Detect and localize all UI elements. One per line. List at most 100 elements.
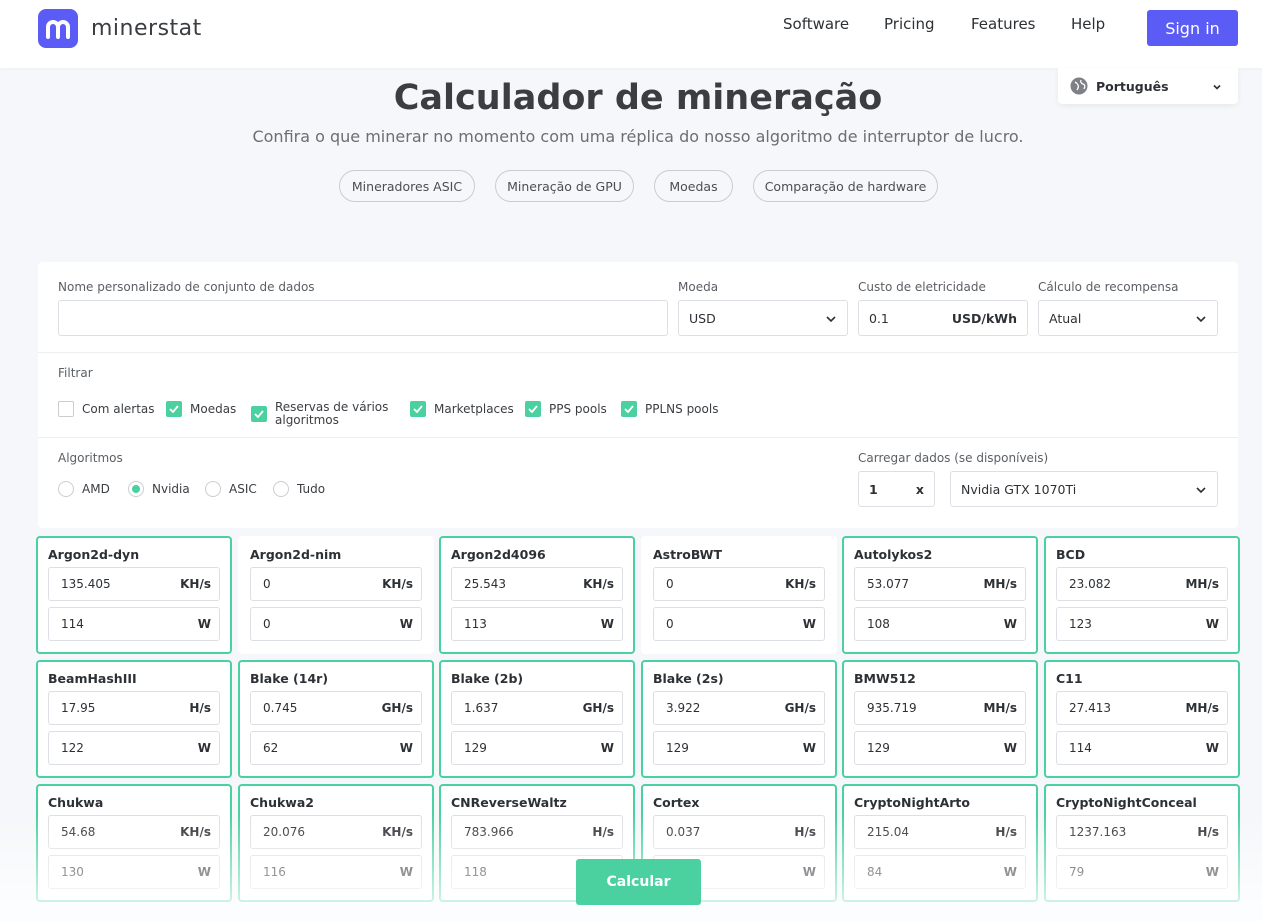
algorithm-card[interactable]: Blake (2s) 3.922 GH/s 129 W (641, 660, 837, 778)
radio-icon[interactable] (58, 481, 74, 497)
power-value: 129 (867, 741, 890, 755)
nav-features[interactable]: Features (971, 15, 1036, 35)
pill-coins[interactable]: Moedas (654, 170, 733, 202)
hashrate-input[interactable]: 0 KH/s (250, 567, 422, 601)
algorithm-card[interactable]: Autolykos2 53.077 MH/s 108 W (842, 536, 1038, 654)
hashrate-input[interactable]: 1.637 GH/s (451, 691, 623, 725)
radio-icon[interactable] (273, 481, 289, 497)
hashrate-input[interactable]: 54.68 KH/s (48, 815, 220, 849)
nav-software[interactable]: Software (783, 15, 849, 35)
logo[interactable]: minerstat (38, 9, 202, 48)
power-input[interactable]: 62 W (250, 731, 422, 765)
reward-calculation-label: Cálculo de recompensa (1038, 280, 1179, 294)
algorithm-all[interactable]: Tudo (273, 481, 325, 497)
algorithm-card[interactable]: Blake (2b) 1.637 GH/s 129 W (439, 660, 635, 778)
algorithm-card[interactable]: BMW512 935.719 MH/s 129 W (842, 660, 1038, 778)
hashrate-input[interactable]: 783.966 H/s (451, 815, 623, 849)
power-input[interactable]: 129 W (653, 731, 825, 765)
filter-multi-algo[interactable]: Reservas de vários algoritmos (251, 401, 388, 427)
hashrate-input[interactable]: 0 KH/s (653, 567, 825, 601)
chevron-down-icon (825, 313, 837, 328)
power-input[interactable]: 129 W (451, 731, 623, 765)
filter-coins[interactable]: Moedas (166, 401, 236, 417)
electricity-cost-label: Custo de eletricidade (858, 280, 986, 294)
nav-pricing[interactable]: Pricing (884, 15, 935, 35)
algorithm-card[interactable]: Chukwa 54.68 KH/s 130 W (36, 784, 232, 902)
pill-asic-miners[interactable]: Mineradores ASIC (339, 170, 475, 202)
power-input[interactable]: 84 W (854, 855, 1026, 889)
hashrate-value: 935.719 (867, 701, 917, 715)
algorithm-name: Blake (14r) (250, 671, 329, 686)
sign-in-button[interactable]: Sign in (1147, 10, 1238, 46)
filter-label-text: Moedas (190, 402, 237, 416)
hashrate-input[interactable]: 53.077 MH/s (854, 567, 1026, 601)
algorithm-card[interactable]: BeamHashIII 17.95 H/s 122 W (36, 660, 232, 778)
power-input[interactable]: 116 W (250, 855, 422, 889)
algorithm-card[interactable]: CryptoNightConceal 1237.163 H/s 79 W (1044, 784, 1240, 902)
algorithm-card[interactable]: Argon2d-dyn 135.405 KH/s 114 W (36, 536, 232, 654)
hashrate-input[interactable]: 20.076 KH/s (250, 815, 422, 849)
hardware-quantity-input[interactable]: 1 x (858, 471, 935, 507)
power-input[interactable]: 0W (653, 607, 825, 641)
hashrate-input[interactable]: 3.922 GH/s (653, 691, 825, 725)
check-icon[interactable] (621, 401, 637, 417)
check-icon[interactable] (251, 406, 267, 422)
hashrate-input[interactable]: 0.037 H/s (653, 815, 825, 849)
nav-help[interactable]: Help (1071, 15, 1105, 35)
hashrate-input[interactable]: 25.543 KH/s (451, 567, 623, 601)
power-input[interactable]: 114 W (1056, 731, 1228, 765)
power-input[interactable]: 129 W (854, 731, 1026, 765)
algorithm-name: Chukwa2 (250, 795, 314, 810)
currency-select[interactable]: USD (678, 300, 848, 336)
power-value: 84 (867, 865, 883, 879)
filter-pps-pools[interactable]: PPS pools (525, 401, 607, 417)
algorithm-card[interactable]: Argon2d4096 25.543 KH/s 113 W (439, 536, 635, 654)
power-input[interactable]: 79 W (1056, 855, 1228, 889)
radio-icon[interactable] (205, 481, 221, 497)
algorithm-amd[interactable]: AMD (58, 481, 110, 497)
power-input[interactable]: 130 W (48, 855, 220, 889)
hashrate-input[interactable]: 27.413 MH/s (1056, 691, 1228, 725)
clear-quantity-button[interactable]: x (916, 482, 924, 497)
algorithm-card[interactable]: C11 27.413 MH/s 114 W (1044, 660, 1240, 778)
power-value: 129 (666, 741, 689, 755)
algorithm-nvidia[interactable]: Nvidia (128, 481, 190, 497)
hashrate-input[interactable]: 1237.163 H/s (1056, 815, 1228, 849)
hashrate-input[interactable]: 215.04 H/s (854, 815, 1026, 849)
hashrate-input[interactable]: 23.082 MH/s (1056, 567, 1228, 601)
algorithm-name: CNReverseWaltz (451, 795, 567, 810)
algorithm-card[interactable]: Blake (14r) 0.745 GH/s 62 W (238, 660, 434, 778)
hashrate-input[interactable]: 135.405 KH/s (48, 567, 220, 601)
hashrate-input[interactable]: 935.719 MH/s (854, 691, 1026, 725)
calculate-button[interactable]: Calcular (576, 859, 701, 905)
algorithm-card[interactable]: AstroBWT 0 KH/s 0 W (641, 536, 837, 654)
filter-pplns-pools[interactable]: PPLNS pools (621, 401, 718, 417)
hashrate-input[interactable]: 0.745 GH/s (250, 691, 422, 725)
power-input[interactable]: 0W (250, 607, 422, 641)
pill-gpu-mining[interactable]: Mineração de GPU (495, 170, 634, 202)
power-input[interactable]: 122 W (48, 731, 220, 765)
electricity-cost-input[interactable]: 0.1 USD/kWh (858, 300, 1028, 336)
reward-calculation-select[interactable]: Atual (1038, 300, 1218, 336)
algorithm-card[interactable]: Chukwa2 20.076 KH/s 116 W (238, 784, 434, 902)
check-icon[interactable] (410, 401, 426, 417)
algorithm-card[interactable]: Argon2d-nim 0 KH/s 0 W (238, 536, 434, 654)
hardware-select[interactable]: Nvidia GTX 1070Ti (950, 471, 1218, 507)
check-icon[interactable] (525, 401, 541, 417)
algorithm-card[interactable]: BCD 23.082 MH/s 123 W (1044, 536, 1240, 654)
filter-marketplaces[interactable]: Marketplaces (410, 401, 514, 417)
power-input[interactable]: 114 W (48, 607, 220, 641)
power-input[interactable]: 108 W (854, 607, 1026, 641)
check-icon[interactable] (166, 401, 182, 417)
power-input[interactable]: 113 W (451, 607, 623, 641)
radio-label: ASIC (229, 482, 257, 496)
power-input[interactable]: 123 W (1056, 607, 1228, 641)
hashrate-input[interactable]: 17.95 H/s (48, 691, 220, 725)
pill-hardware-comparison[interactable]: Comparação de hardware (753, 170, 938, 202)
filter-with-alerts[interactable]: Com alertas (58, 401, 155, 417)
checkbox-icon[interactable] (58, 401, 74, 417)
radio-selected-icon[interactable] (128, 481, 144, 497)
algorithm-card[interactable]: CryptoNightArto 215.04 H/s 84 W (842, 784, 1038, 902)
algorithm-asic[interactable]: ASIC (205, 481, 257, 497)
dataset-name-input[interactable] (58, 300, 668, 336)
